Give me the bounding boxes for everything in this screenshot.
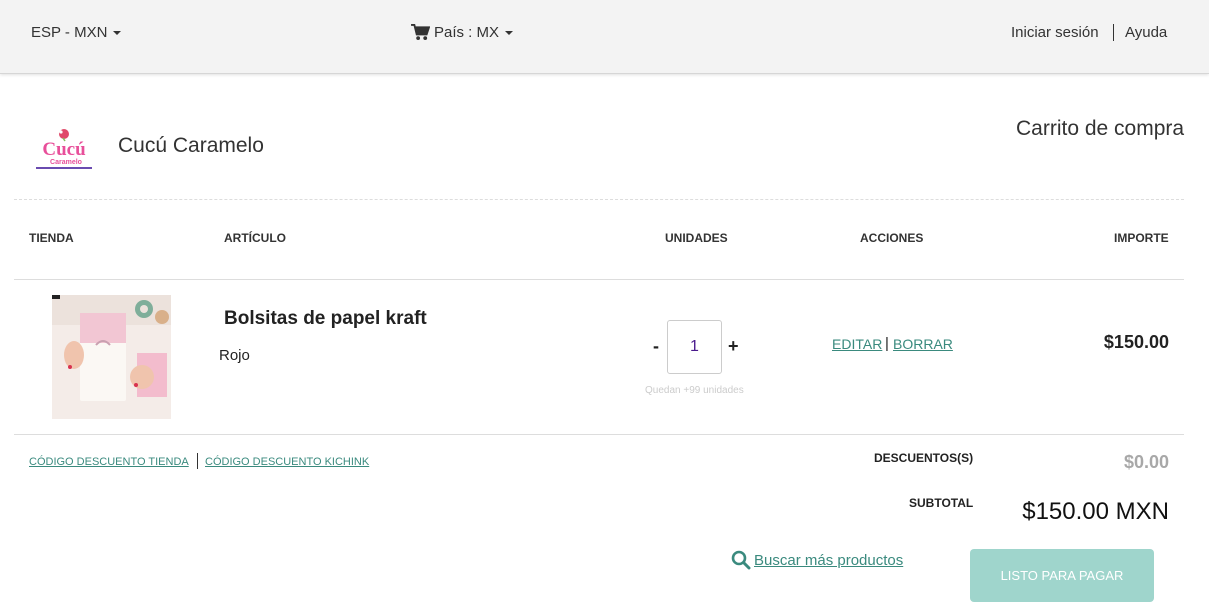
header-units: UNIDADES [665, 231, 728, 245]
divider [14, 279, 1184, 280]
subtotal-value: $150.00 MXN [1022, 498, 1169, 525]
login-link[interactable]: Iniciar sesión [1011, 24, 1099, 41]
edit-link[interactable]: EDITAR [832, 336, 882, 352]
item-price: $150.00 [1103, 332, 1169, 352]
divider [1113, 24, 1114, 41]
help-link[interactable]: Ayuda [1125, 24, 1167, 41]
search-icon [731, 550, 751, 570]
decrease-quantity-button[interactable]: - [653, 336, 659, 357]
discount-value: $0.00 [1123, 452, 1169, 472]
product-variant: Rojo [219, 347, 250, 364]
header-actions: ACCIONES [860, 231, 924, 245]
search-more-label: Buscar más productos [754, 551, 904, 569]
header-item: ARTÍCULO [224, 231, 286, 245]
subtotal-label: SUBTOTAL [909, 496, 974, 510]
header-amount: IMPORTE [1114, 231, 1169, 245]
kichink-discount-code-link[interactable]: CÓDIGO DESCUENTO KICHINK [205, 456, 369, 468]
logo-subtext: Caramelo [50, 159, 82, 166]
store-name[interactable]: Cucú Caramelo [118, 134, 264, 158]
increase-quantity-button[interactable]: + [728, 336, 739, 357]
product-image[interactable] [52, 295, 171, 419]
header-store: TIENDA [29, 231, 74, 245]
page-title: Carrito de compra [1016, 117, 1185, 140]
store-logo[interactable]: Cucú Caramelo [30, 128, 98, 172]
language-currency-dropdown[interactable]: ESP - MXN [31, 24, 122, 41]
caret-down-icon [113, 31, 122, 36]
quantity-input[interactable] [667, 320, 722, 374]
divider [14, 434, 1184, 435]
discount-label: DESCUENTOS(S) [874, 451, 974, 465]
delete-link[interactable]: BORRAR [893, 336, 953, 352]
actions-separator: | [885, 335, 889, 352]
language-currency-label: ESP - MXN [31, 24, 108, 41]
logo-text: Cucú [42, 139, 86, 160]
store-discount-code-link[interactable]: CÓDIGO DESCUENTO TIENDA [29, 456, 189, 468]
divider [14, 199, 1184, 200]
country-label: País : MX [434, 24, 500, 41]
divider [197, 453, 198, 469]
shopping-cart-icon [411, 24, 430, 41]
caret-down-icon [505, 30, 514, 35]
country-dropdown[interactable]: País : MX [411, 24, 514, 41]
stock-note: Quedan +99 unidades [645, 385, 744, 396]
search-more-products-link[interactable]: Buscar más productos [731, 550, 903, 570]
top-bar: ESP - MXN País : MX Iniciar sesión Ayuda [0, 0, 1209, 74]
product-name[interactable]: Bolsitas de papel kraft [224, 308, 427, 330]
checkout-button[interactable]: LISTO PARA PAGAR [970, 549, 1154, 602]
